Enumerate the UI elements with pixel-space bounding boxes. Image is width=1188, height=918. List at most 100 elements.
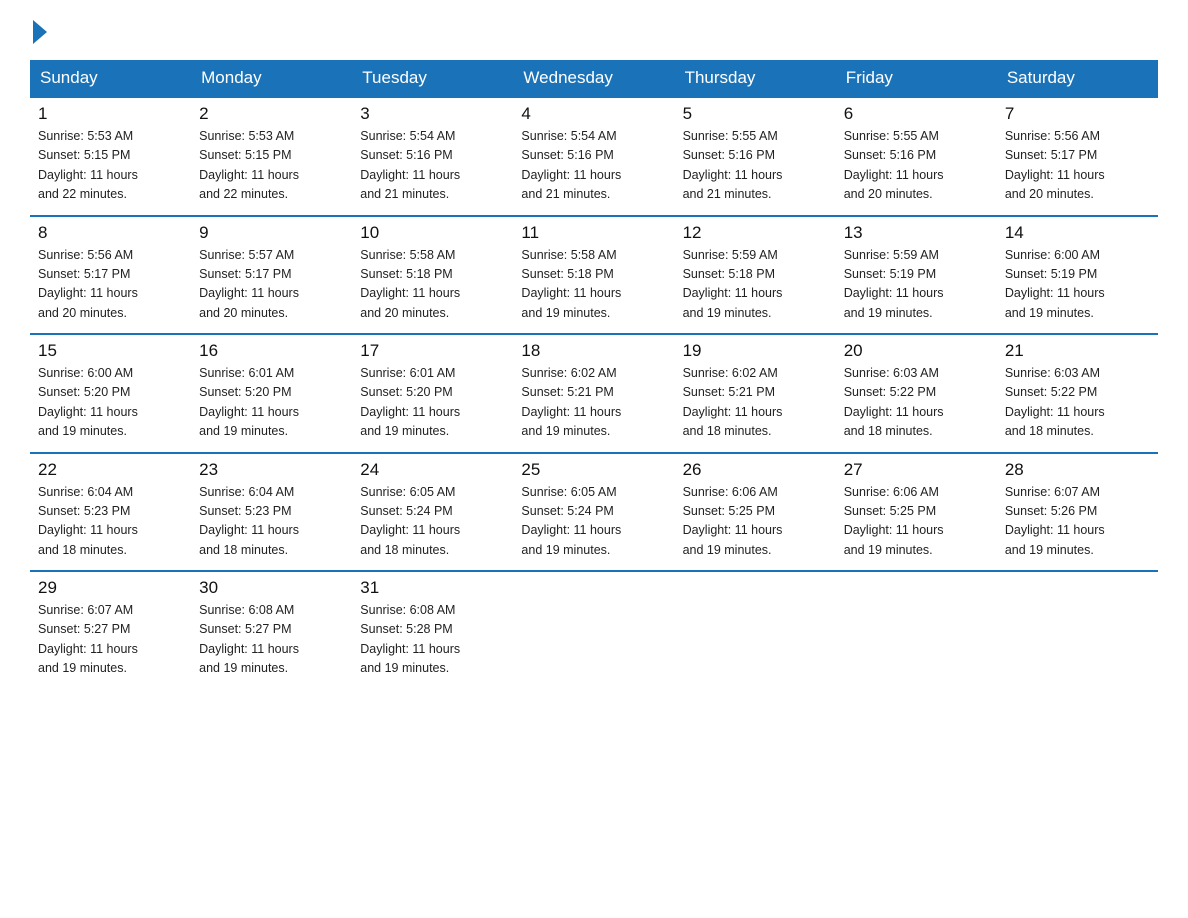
day-info: Sunrise: 5:57 AMSunset: 5:17 PMDaylight:… xyxy=(199,246,344,324)
calendar-cell: 23 Sunrise: 6:04 AMSunset: 5:23 PMDayligh… xyxy=(191,453,352,572)
day-number: 12 xyxy=(683,223,828,243)
day-number: 9 xyxy=(199,223,344,243)
calendar-cell xyxy=(836,571,997,689)
day-number: 5 xyxy=(683,104,828,124)
calendar-cell: 20Sunrise: 6:03 AMSunset: 5:22 PMDayligh… xyxy=(836,334,997,453)
day-number: 23 xyxy=(199,460,344,480)
day-info: Sunrise: 5:59 AMSunset: 5:18 PMDaylight:… xyxy=(683,246,828,324)
day-info: Sunrise: 5:58 AMSunset: 5:18 PMDaylight:… xyxy=(360,246,505,324)
calendar-cell: 8 Sunrise: 5:56 AMSunset: 5:17 PMDaylight… xyxy=(30,216,191,335)
day-info: Sunrise: 5:53 AMSunset: 5:15 PMDaylight:… xyxy=(38,127,183,205)
day-number: 25 xyxy=(521,460,666,480)
day-info: Sunrise: 6:03 AMSunset: 5:22 PMDaylight:… xyxy=(844,364,989,442)
logo-arrow-icon xyxy=(33,20,47,44)
day-number: 24 xyxy=(360,460,505,480)
calendar-cell xyxy=(675,571,836,689)
day-number: 1 xyxy=(38,104,183,124)
calendar-cell: 28 Sunrise: 6:07 AMSunset: 5:26 PMDayligh… xyxy=(997,453,1158,572)
calendar-cell: 9 Sunrise: 5:57 AMSunset: 5:17 PMDaylight… xyxy=(191,216,352,335)
calendar-cell: 29 Sunrise: 6:07 AMSunset: 5:27 PMDayligh… xyxy=(30,571,191,689)
day-number: 27 xyxy=(844,460,989,480)
calendar-cell xyxy=(997,571,1158,689)
calendar-cell: 16Sunrise: 6:01 AMSunset: 5:20 PMDayligh… xyxy=(191,334,352,453)
day-info: Sunrise: 6:02 AMSunset: 5:21 PMDaylight:… xyxy=(683,364,828,442)
calendar-cell: 17 Sunrise: 6:01 AMSunset: 5:20 PMDayligh… xyxy=(352,334,513,453)
weekday-header-monday: Monday xyxy=(191,60,352,97)
day-info: Sunrise: 6:08 AMSunset: 5:28 PMDaylight:… xyxy=(360,601,505,679)
logo-text xyxy=(30,20,47,44)
calendar-cell: 12 Sunrise: 5:59 AMSunset: 5:18 PMDayligh… xyxy=(675,216,836,335)
day-info: Sunrise: 6:01 AMSunset: 5:20 PMDaylight:… xyxy=(360,364,505,442)
day-info: Sunrise: 6:06 AMSunset: 5:25 PMDaylight:… xyxy=(844,483,989,561)
day-number: 26 xyxy=(683,460,828,480)
day-info: Sunrise: 5:53 AMSunset: 5:15 PMDaylight:… xyxy=(199,127,344,205)
day-number: 6 xyxy=(844,104,989,124)
day-info: Sunrise: 6:04 AMSunset: 5:23 PMDaylight:… xyxy=(199,483,344,561)
day-info: Sunrise: 5:54 AMSunset: 5:16 PMDaylight:… xyxy=(521,127,666,205)
day-info: Sunrise: 5:59 AMSunset: 5:19 PMDaylight:… xyxy=(844,246,989,324)
day-number: 18 xyxy=(521,341,666,361)
day-info: Sunrise: 5:55 AMSunset: 5:16 PMDaylight:… xyxy=(683,127,828,205)
calendar-cell: 30 Sunrise: 6:08 AMSunset: 5:27 PMDayligh… xyxy=(191,571,352,689)
weekday-header-friday: Friday xyxy=(836,60,997,97)
day-number: 14 xyxy=(1005,223,1150,243)
calendar-week-4: 22Sunrise: 6:04 AMSunset: 5:23 PMDayligh… xyxy=(30,453,1158,572)
day-number: 8 xyxy=(38,223,183,243)
weekday-header-wednesday: Wednesday xyxy=(513,60,674,97)
calendar-cell: 26 Sunrise: 6:06 AMSunset: 5:25 PMDayligh… xyxy=(675,453,836,572)
calendar-cell: 18 Sunrise: 6:02 AMSunset: 5:21 PMDayligh… xyxy=(513,334,674,453)
day-info: Sunrise: 6:06 AMSunset: 5:25 PMDaylight:… xyxy=(683,483,828,561)
calendar-cell: 13 Sunrise: 5:59 AMSunset: 5:19 PMDayligh… xyxy=(836,216,997,335)
calendar-cell: 25Sunrise: 6:05 AMSunset: 5:24 PMDayligh… xyxy=(513,453,674,572)
calendar-cell: 21Sunrise: 6:03 AMSunset: 5:22 PMDayligh… xyxy=(997,334,1158,453)
day-number: 29 xyxy=(38,578,183,598)
calendar-cell: 27 Sunrise: 6:06 AMSunset: 5:25 PMDayligh… xyxy=(836,453,997,572)
day-number: 4 xyxy=(521,104,666,124)
calendar-cell xyxy=(513,571,674,689)
day-number: 28 xyxy=(1005,460,1150,480)
day-number: 17 xyxy=(360,341,505,361)
day-number: 15 xyxy=(38,341,183,361)
calendar-body: 1 Sunrise: 5:53 AMSunset: 5:15 PMDaylight… xyxy=(30,97,1158,689)
day-info: Sunrise: 6:07 AMSunset: 5:26 PMDaylight:… xyxy=(1005,483,1150,561)
day-info: Sunrise: 6:07 AMSunset: 5:27 PMDaylight:… xyxy=(38,601,183,679)
calendar-cell: 4 Sunrise: 5:54 AMSunset: 5:16 PMDaylight… xyxy=(513,97,674,216)
day-info: Sunrise: 6:04 AMSunset: 5:23 PMDaylight:… xyxy=(38,483,183,561)
page-header xyxy=(30,20,1158,42)
day-number: 11 xyxy=(521,223,666,243)
day-number: 2 xyxy=(199,104,344,124)
weekday-header-tuesday: Tuesday xyxy=(352,60,513,97)
weekday-header-sunday: Sunday xyxy=(30,60,191,97)
day-info: Sunrise: 6:08 AMSunset: 5:27 PMDaylight:… xyxy=(199,601,344,679)
day-info: Sunrise: 6:01 AMSunset: 5:20 PMDaylight:… xyxy=(199,364,344,442)
calendar-cell: 5 Sunrise: 5:55 AMSunset: 5:16 PMDaylight… xyxy=(675,97,836,216)
calendar-cell: 1 Sunrise: 5:53 AMSunset: 5:15 PMDaylight… xyxy=(30,97,191,216)
day-info: Sunrise: 6:00 AMSunset: 5:20 PMDaylight:… xyxy=(38,364,183,442)
day-info: Sunrise: 5:56 AMSunset: 5:17 PMDaylight:… xyxy=(38,246,183,324)
calendar-table: SundayMondayTuesdayWednesdayThursdayFrid… xyxy=(30,60,1158,689)
calendar-header: SundayMondayTuesdayWednesdayThursdayFrid… xyxy=(30,60,1158,97)
weekday-header-row: SundayMondayTuesdayWednesdayThursdayFrid… xyxy=(30,60,1158,97)
day-info: Sunrise: 5:58 AMSunset: 5:18 PMDaylight:… xyxy=(521,246,666,324)
calendar-cell: 14Sunrise: 6:00 AMSunset: 5:19 PMDayligh… xyxy=(997,216,1158,335)
day-info: Sunrise: 6:05 AMSunset: 5:24 PMDaylight:… xyxy=(360,483,505,561)
calendar-cell: 6Sunrise: 5:55 AMSunset: 5:16 PMDaylight… xyxy=(836,97,997,216)
calendar-week-5: 29 Sunrise: 6:07 AMSunset: 5:27 PMDayligh… xyxy=(30,571,1158,689)
weekday-header-saturday: Saturday xyxy=(997,60,1158,97)
day-number: 10 xyxy=(360,223,505,243)
calendar-week-3: 15 Sunrise: 6:00 AMSunset: 5:20 PMDayligh… xyxy=(30,334,1158,453)
day-number: 13 xyxy=(844,223,989,243)
day-info: Sunrise: 6:02 AMSunset: 5:21 PMDaylight:… xyxy=(521,364,666,442)
logo xyxy=(30,20,47,42)
day-number: 30 xyxy=(199,578,344,598)
day-number: 7 xyxy=(1005,104,1150,124)
day-number: 21 xyxy=(1005,341,1150,361)
calendar-cell: 19Sunrise: 6:02 AMSunset: 5:21 PMDayligh… xyxy=(675,334,836,453)
day-info: Sunrise: 5:54 AMSunset: 5:16 PMDaylight:… xyxy=(360,127,505,205)
day-number: 3 xyxy=(360,104,505,124)
calendar-cell: 22Sunrise: 6:04 AMSunset: 5:23 PMDayligh… xyxy=(30,453,191,572)
calendar-cell: 10 Sunrise: 5:58 AMSunset: 5:18 PMDayligh… xyxy=(352,216,513,335)
calendar-cell: 7Sunrise: 5:56 AMSunset: 5:17 PMDaylight… xyxy=(997,97,1158,216)
weekday-header-thursday: Thursday xyxy=(675,60,836,97)
calendar-cell: 15 Sunrise: 6:00 AMSunset: 5:20 PMDayligh… xyxy=(30,334,191,453)
